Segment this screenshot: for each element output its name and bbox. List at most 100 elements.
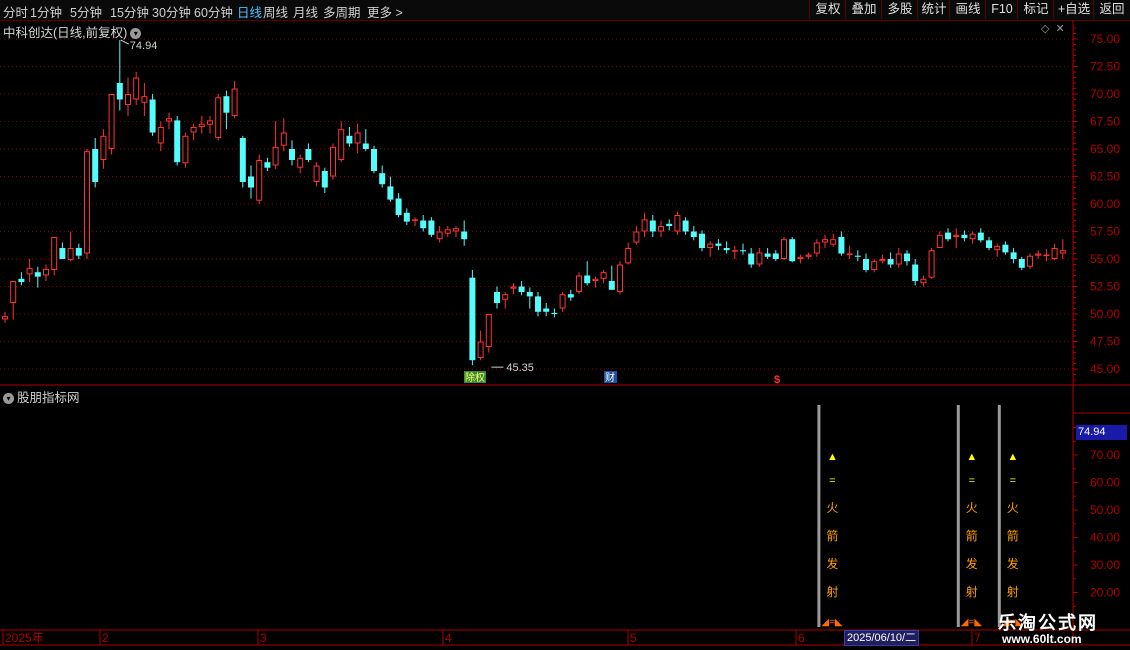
candle-body-up (674, 215, 681, 232)
date-tick-label: 5 (630, 631, 637, 645)
candle-body-up (1051, 248, 1058, 259)
candle-body-up (190, 127, 197, 133)
candle-body-up (2, 316, 8, 320)
candle-body-down (403, 212, 410, 222)
candle-body-down (1018, 259, 1025, 268)
candle-body-up (444, 229, 451, 234)
candle-body-up (576, 275, 582, 292)
candle-body-down (461, 231, 468, 240)
candle-body-down (223, 96, 230, 113)
candle-body-up (625, 248, 632, 264)
candle-body-up (895, 253, 902, 265)
price-tick-label: 60.00 (1090, 197, 1120, 211)
candle-body-down (395, 198, 402, 215)
candle-body-up (10, 281, 17, 303)
candle-body-up (280, 132, 287, 146)
candle-body-up (969, 233, 976, 240)
signal-char: 火 (1007, 501, 1019, 515)
candle-body-up (502, 294, 509, 300)
chevron-down-icon[interactable]: ▾ (130, 28, 142, 40)
candle-body-up (879, 259, 886, 262)
candle-body-down (543, 308, 550, 312)
stock-title[interactable]: 中科创达(日线,前复权) ▾ (3, 22, 142, 41)
diamond-icon[interactable]: ◇ (1041, 23, 1049, 35)
candle-body-up (26, 267, 33, 275)
date-tick-label: 7 (974, 631, 981, 645)
chevron-down-icon[interactable]: ▾ (3, 393, 14, 405)
candle-body-up (133, 77, 140, 100)
candle-body-up (756, 252, 763, 265)
candle-body-down (264, 162, 271, 168)
candle-body-down (1002, 244, 1009, 253)
candle-body-up (67, 248, 74, 261)
candle-body-up (84, 151, 90, 254)
candle-body-up (313, 165, 320, 182)
candle-body-up (141, 96, 148, 103)
signal-char: 火 (966, 501, 978, 515)
candle-body-up (1059, 250, 1066, 254)
candle-body-up (436, 231, 443, 240)
candle-body-up (207, 120, 213, 125)
candle-body-up (256, 160, 263, 201)
price-tick-label: 72.50 (1090, 60, 1120, 74)
price-tick-label: 57.50 (1090, 225, 1120, 239)
signal-char: 发 (1007, 556, 1019, 571)
candle-body-up (559, 294, 566, 309)
candle-body-up (231, 88, 238, 116)
indicator-tick-label: 70.00 (1090, 448, 1120, 462)
date-tick-label: 3 (260, 631, 267, 645)
signal-char: 发 (966, 556, 978, 571)
candle-body-up (830, 239, 837, 245)
candle-body-down (305, 149, 312, 160)
candle-body-up (920, 278, 927, 284)
candle-body-up (100, 135, 107, 161)
candle-body-up (157, 127, 164, 144)
indicator-title[interactable]: ▾ 股朋指标网 (3, 387, 80, 406)
candle-body-up (994, 245, 1001, 251)
candle-body-up (600, 272, 607, 279)
candle-body-down (690, 231, 697, 237)
signal-group: ▲=火箭发射◢=◣▲=火箭发射◢=◣▲=火箭发射◢=◣ (817, 405, 1023, 628)
price-tick-label: 47.50 (1090, 335, 1120, 349)
candle-body-up (510, 286, 517, 289)
candle-body-down (567, 294, 574, 298)
signal-char: 箭 (826, 528, 838, 543)
candle-body-down (961, 234, 968, 239)
candle-body-down (34, 272, 41, 277)
stock-title-label: 中科创达(日线,前复权) (3, 26, 128, 40)
watermark-url: www.60lt.com (1002, 632, 1082, 646)
candle-body-down (551, 312, 558, 314)
candle-body-up (330, 146, 336, 177)
candle-body-down (682, 220, 689, 232)
indicator-value-box: 74.94 (1076, 425, 1127, 440)
candle-body-down (854, 255, 861, 257)
signal-char: ▲ (827, 451, 838, 463)
candle-body-down (289, 149, 295, 160)
price-tick-label: 45.00 (1090, 362, 1120, 376)
candle-body-up (354, 132, 361, 144)
signal-footer: ◢=◣ (821, 617, 843, 628)
candle-body-down (863, 259, 869, 270)
candle-body-up (43, 268, 49, 276)
indicator-tick-label: 40.00 (1090, 531, 1120, 545)
candle-body-up (412, 219, 418, 221)
candle-body-down (772, 253, 779, 259)
close-icon[interactable]: ✕ (1056, 23, 1065, 35)
indicator-tick-label: 50.00 (1090, 503, 1120, 517)
indicator-tick-label: 30.00 (1090, 558, 1120, 572)
date-tick-label: 6 (798, 631, 805, 645)
indicator-title-label: 股朋指标网 (17, 391, 80, 405)
candle-body-down (379, 173, 386, 185)
date-tick-label: 2025年 (5, 631, 44, 645)
price-tick-label: 52.50 (1090, 280, 1120, 294)
candle-body-down (321, 171, 328, 188)
candle-body-down (346, 135, 353, 144)
candle-body-down (789, 239, 796, 262)
price-axis: 75.00 72.50 70.00 67.50 65.00 62.50 60.00 57.50… (1073, 27, 1120, 381)
candle-body-down (977, 232, 984, 241)
candle-body-down (945, 232, 951, 240)
candle-body-up (936, 234, 943, 249)
candle-body-down (904, 253, 910, 262)
candle-body-up (846, 253, 853, 255)
candle-body-down (764, 253, 771, 257)
